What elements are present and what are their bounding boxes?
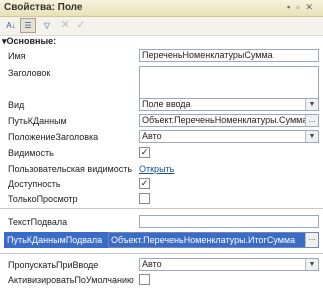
prop-row-headerpos: ПоложениеЗаголовка Авто ▼ (0, 130, 323, 144)
prop-row-activate: АктивизироватьПоУмолчанию (0, 274, 323, 287)
divider (0, 208, 323, 209)
prop-row-name: Имя ПереченьНоменклатурыСумма (0, 49, 323, 63)
footerpath-field[interactable]: Объект.ПереченьНоменклатуры.ИтогСумма … (108, 232, 319, 248)
check-icon[interactable]: ✓ (73, 18, 89, 33)
prop-row-datapath: ПутьКДанным Объект.ПереченьНоменклатуры.… (0, 114, 323, 128)
window-title: Свойства: Поле (4, 2, 83, 13)
prop-row-header: Заголовок (0, 66, 323, 106)
prop-row-uservis: Пользовательская видимость Открыть (8, 164, 175, 174)
group-header[interactable]: ▾Основные: (2, 36, 56, 47)
cancel-icon[interactable]: ✕ (57, 18, 73, 33)
open-link[interactable]: Открыть (139, 164, 174, 174)
chevron-down-icon[interactable]: ▼ (305, 131, 318, 142)
prop-row-readonly: ТолькоПросмотр (0, 193, 323, 206)
footertext-field[interactable] (139, 215, 319, 228)
close-icon[interactable]: ✕ (305, 2, 319, 12)
visible-checkbox[interactable]: ✓ (139, 147, 150, 158)
prop-row-enabled: Доступность ✓ (8, 178, 150, 189)
prop-row-visible: Видимость ✓ (8, 147, 150, 158)
enabled-checkbox[interactable]: ✓ (139, 178, 150, 189)
prop-row-footerpath: ПутьКДаннымПодвала Объект.ПереченьНоменк… (0, 232, 323, 248)
activate-checkbox[interactable] (139, 274, 150, 285)
menu-icon[interactable]: ▪ (287, 2, 296, 12)
prop-row-skipinput: ПропускатьПриВводе Авто ▼ (0, 258, 323, 272)
datapath-field[interactable]: Объект.ПереченьНоменклатуры.Сумма … (139, 114, 319, 127)
categories-icon[interactable]: ☰ (20, 18, 36, 33)
sort-alphabetical-icon[interactable]: A↓ (3, 18, 19, 33)
ellipsis-icon[interactable]: … (305, 233, 318, 247)
footerpath-label-selected[interactable]: ПутьКДаннымПодвала (4, 232, 109, 248)
headerpos-select[interactable]: Авто ▼ (139, 130, 319, 143)
divider (0, 253, 323, 254)
title-bar: Свойства: Поле ▪▫✕ (0, 0, 323, 17)
ellipsis-icon[interactable]: … (305, 115, 318, 126)
readonly-checkbox[interactable] (139, 193, 150, 204)
toolbar: A↓ ☰ ▽ ✕ ✓ (0, 17, 323, 36)
prop-row-footertext: ТекстПодвала (0, 215, 323, 229)
filter-icon[interactable]: ▽ (39, 18, 55, 33)
view-select[interactable]: Поле ввода ▼ (139, 98, 319, 111)
name-field[interactable]: ПереченьНоменклатурыСумма (139, 49, 319, 62)
skipinput-select[interactable]: Авто ▼ (139, 258, 319, 271)
chevron-down-icon[interactable]: ▼ (305, 99, 318, 110)
chevron-down-icon[interactable]: ▼ (305, 259, 318, 270)
prop-row-view: Вид Поле ввода ▼ (0, 98, 323, 112)
